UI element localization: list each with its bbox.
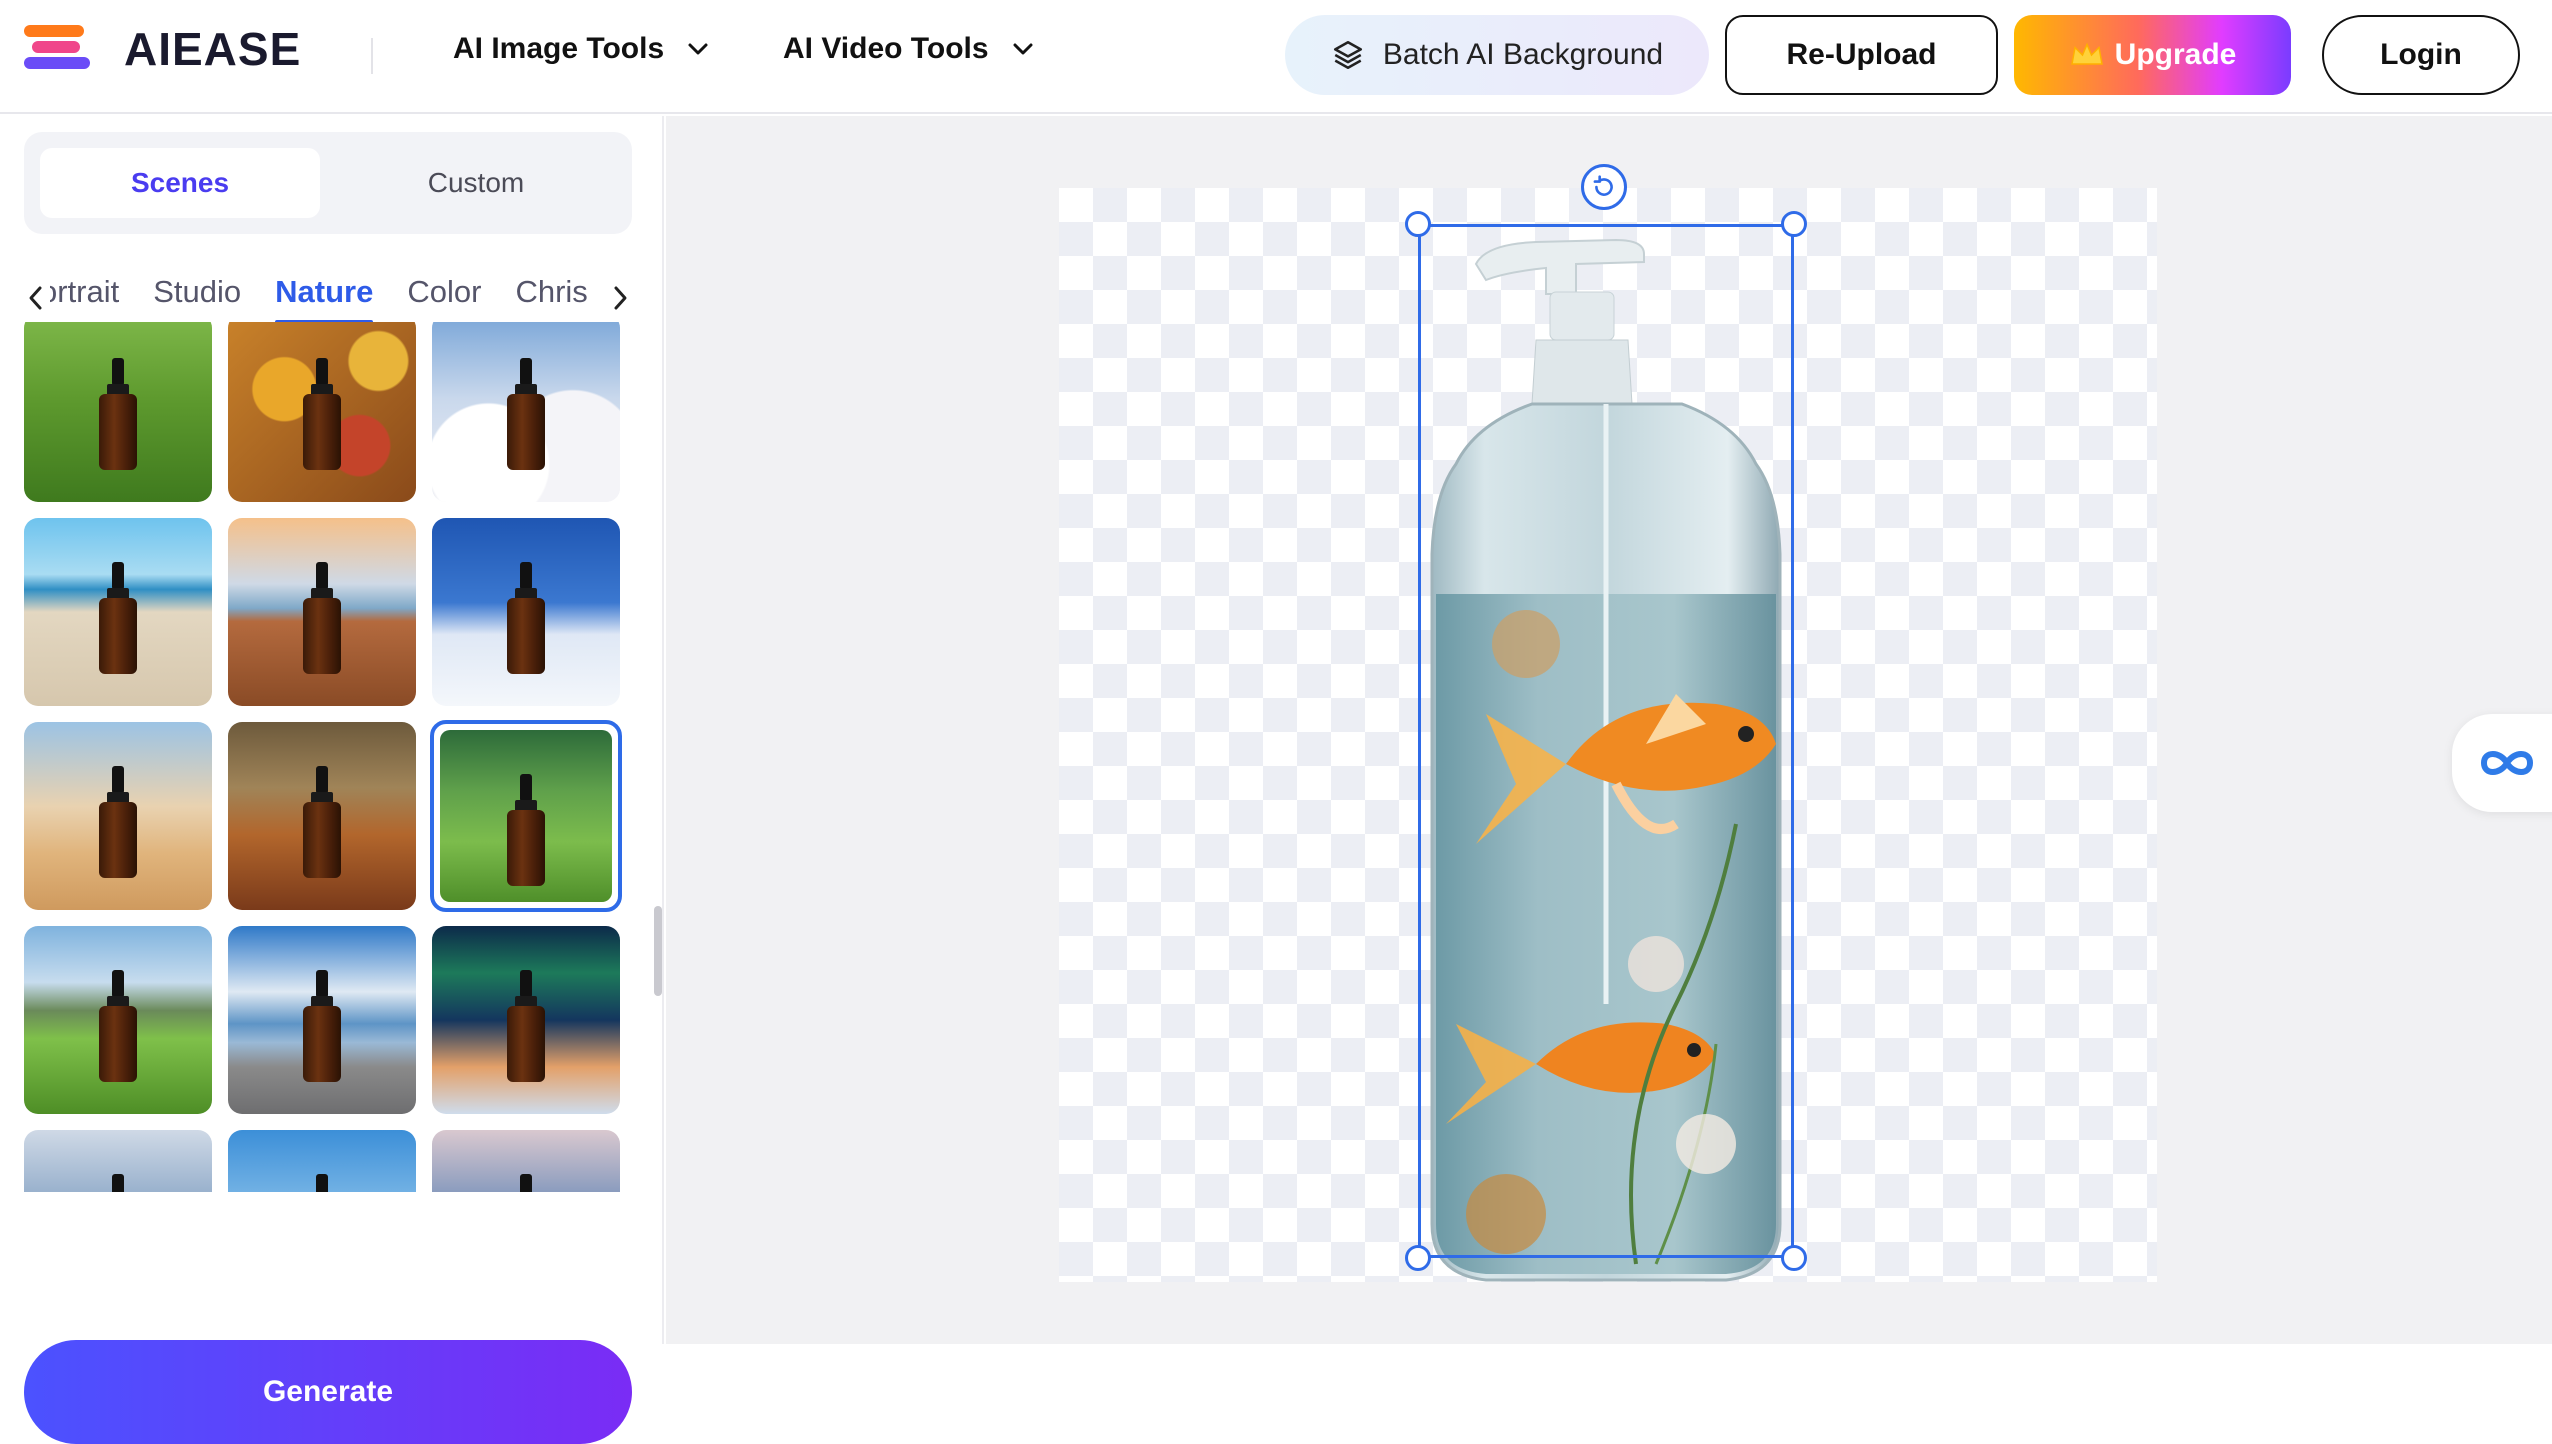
scene-thumbnail-desert[interactable] xyxy=(24,722,212,910)
crown-icon xyxy=(2070,42,2103,65)
login-button[interactable]: Login xyxy=(2322,15,2520,95)
category-nature[interactable]: Nature xyxy=(275,274,374,324)
scene-thumbnail-grass[interactable] xyxy=(24,322,212,502)
resize-handle-bottom-left[interactable] xyxy=(1405,1245,1431,1271)
resize-handle-bottom-right[interactable] xyxy=(1781,1245,1807,1271)
category-prev-button[interactable] xyxy=(18,278,54,318)
chevron-left-icon xyxy=(29,286,42,310)
logo-text: AIEASE xyxy=(124,23,302,75)
scene-image xyxy=(228,722,416,910)
scene-image xyxy=(24,1130,212,1192)
scene-thumbnail-wood-deck-sea[interactable] xyxy=(228,518,416,706)
scene-grid xyxy=(24,322,624,1192)
aiease-logo-icon xyxy=(24,23,106,75)
dropper-bottle-image xyxy=(303,1174,341,1192)
scene-image xyxy=(24,926,212,1114)
dropper-bottle-image xyxy=(99,970,137,1082)
chevron-down-icon xyxy=(1013,43,1033,55)
scene-image xyxy=(228,1130,416,1192)
dropper-bottle-image xyxy=(99,1174,137,1192)
top-header: AIEASE AI Image Tools AI Video Tools Bat… xyxy=(0,0,2552,114)
selection-box[interactable] xyxy=(1418,224,1794,1258)
dropper-bottle-image xyxy=(99,766,137,878)
mode-tabs: Scenes Custom xyxy=(24,132,632,234)
canvas-area xyxy=(666,116,2552,1344)
category-strip: ortrait Studio Nature Color Chris xyxy=(50,274,588,324)
nav-ai-image-tools[interactable]: AI Image Tools xyxy=(453,32,710,66)
scene-thumbnail-winter-trees[interactable] xyxy=(24,1130,212,1192)
batch-ai-background-button[interactable]: Batch AI Background xyxy=(1285,15,1709,95)
scene-image xyxy=(432,1130,620,1192)
re-upload-button[interactable]: Re-Upload xyxy=(1725,15,1998,95)
batch-label: Batch AI Background xyxy=(1382,38,1664,71)
category-next-button[interactable] xyxy=(602,278,638,318)
scene-image xyxy=(228,518,416,706)
panel-scrollbar[interactable] xyxy=(654,906,662,996)
dropper-bottle-image xyxy=(303,358,341,470)
upgrade-label: Upgrade xyxy=(2114,38,2237,71)
scene-thumbnail-clouds[interactable] xyxy=(432,322,620,502)
chevron-down-icon xyxy=(688,43,708,55)
category-studio[interactable]: Studio xyxy=(153,274,241,324)
dropper-bottle-image xyxy=(507,1174,545,1192)
tab-custom[interactable]: Custom xyxy=(336,148,616,218)
chevron-right-icon xyxy=(614,286,627,310)
resize-handle-top-right[interactable] xyxy=(1781,211,1807,237)
header-divider xyxy=(371,38,373,74)
rotate-handle[interactable] xyxy=(1581,164,1627,210)
scene-thumbnail-sunset-peaks[interactable] xyxy=(432,1130,620,1192)
scene-thumbnail-snowman[interactable] xyxy=(432,518,620,706)
scene-image xyxy=(24,518,212,706)
tab-scenes[interactable]: Scenes xyxy=(40,148,320,218)
nav-label: AI Video Tools xyxy=(783,32,989,65)
category-color[interactable]: Color xyxy=(407,274,481,324)
scene-thumbnail-autumn-leaves[interactable] xyxy=(228,322,416,502)
upgrade-button[interactable]: Upgrade xyxy=(2014,15,2291,95)
dropper-bottle-image xyxy=(303,562,341,674)
scene-image xyxy=(432,518,620,706)
scene-image xyxy=(432,926,620,1114)
nav-label: AI Image Tools xyxy=(453,32,665,65)
generate-button[interactable]: Generate xyxy=(24,1340,632,1444)
scene-image xyxy=(24,322,212,502)
dropper-bottle-image xyxy=(507,970,545,1082)
scene-thumbnail-aurora[interactable] xyxy=(432,926,620,1114)
dropper-bottle-image xyxy=(303,766,341,878)
dropper-bottle-image xyxy=(99,562,137,674)
scene-image xyxy=(432,322,620,502)
layers-icon xyxy=(1333,40,1362,70)
left-panel: Scenes Custom ortrait Studio Nature Colo… xyxy=(0,116,664,1444)
rotate-icon xyxy=(1593,175,1613,196)
scene-image xyxy=(228,322,416,502)
logo[interactable]: AIEASE xyxy=(24,22,301,76)
dropper-bottle-image xyxy=(507,562,545,674)
category-christmas[interactable]: Chris xyxy=(515,274,587,324)
scene-thumbnail-jungle-grass[interactable] xyxy=(430,720,622,912)
dropper-bottle-image xyxy=(99,358,137,470)
scene-thumbnail-lake-mountain[interactable] xyxy=(228,926,416,1114)
dropper-bottle-image xyxy=(303,970,341,1082)
scene-image xyxy=(228,926,416,1114)
scene-thumbnail-palm-sky[interactable] xyxy=(228,1130,416,1192)
scene-thumbnail-forest-floor[interactable] xyxy=(228,722,416,910)
nav-ai-video-tools[interactable]: AI Video Tools xyxy=(783,32,1035,66)
scene-thumbnail-mountain-meadow[interactable] xyxy=(24,926,212,1114)
scene-image xyxy=(24,722,212,910)
dropper-bottle-image xyxy=(507,358,545,470)
scene-thumbnail-beach[interactable] xyxy=(24,518,212,706)
scene-image xyxy=(440,730,612,902)
dropper-bottle-image xyxy=(507,774,545,886)
floating-assistant-button[interactable] xyxy=(2452,714,2552,812)
resize-handle-top-left[interactable] xyxy=(1405,211,1431,237)
infinity-logo-icon xyxy=(2480,751,2534,775)
category-portrait[interactable]: ortrait xyxy=(50,274,119,324)
